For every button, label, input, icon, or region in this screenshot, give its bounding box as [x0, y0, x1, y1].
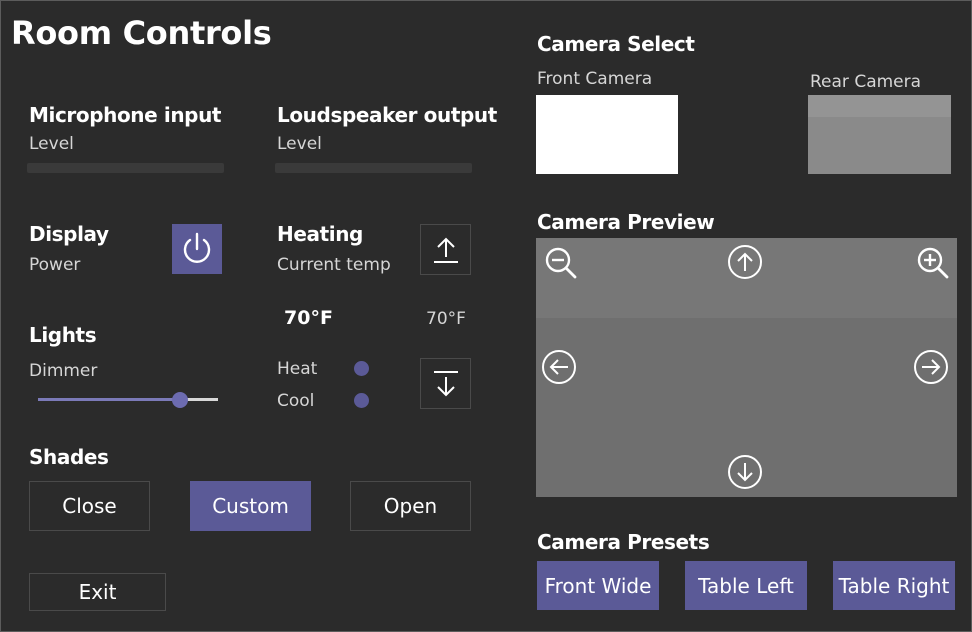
shades-custom-button[interactable]: Custom	[190, 481, 311, 531]
camera-select-title: Camera Select	[537, 32, 695, 56]
display-power-button[interactable]	[172, 224, 222, 274]
front-camera-label: Front Camera	[537, 69, 653, 89]
shades-title: Shades	[29, 445, 109, 469]
loudspeaker-title: Loudspeaker output	[277, 103, 497, 127]
shades-open-button[interactable]: Open	[350, 481, 471, 531]
arrow-down-circle-icon[interactable]	[726, 453, 764, 491]
zoom-out-icon[interactable]	[542, 244, 580, 282]
lights-title: Lights	[29, 323, 97, 347]
camera-presets-title: Camera Presets	[537, 530, 710, 554]
microphone-level-meter	[27, 163, 224, 173]
camera-preview-title: Camera Preview	[537, 210, 715, 234]
page-title: Room Controls	[11, 14, 272, 52]
loudspeaker-level-meter	[275, 163, 472, 173]
current-temp-value: 70°F	[284, 307, 333, 329]
cool-mode-label: Cool	[277, 391, 315, 411]
heat-mode-indicator[interactable]	[354, 361, 369, 376]
front-camera-thumbnail[interactable]	[536, 95, 678, 174]
arrow-left-circle-icon[interactable]	[540, 348, 578, 386]
shades-close-button[interactable]: Close	[29, 481, 150, 531]
preset-table-right-button[interactable]: Table Right	[833, 561, 955, 610]
microphone-title: Microphone input	[29, 103, 222, 127]
set-temp-value: 70°F	[426, 309, 466, 329]
loudspeaker-level-label: Level	[277, 134, 322, 154]
power-icon	[183, 232, 211, 263]
arrow-right-circle-icon[interactable]	[912, 348, 950, 386]
display-title: Display	[29, 222, 109, 246]
camera-preview-panel	[536, 238, 957, 497]
rear-camera-label: Rear Camera	[810, 72, 922, 92]
temp-up-button[interactable]	[420, 224, 471, 275]
heat-mode-label: Heat	[277, 359, 318, 379]
dimmer-fill	[38, 398, 181, 401]
display-power-label: Power	[29, 255, 81, 275]
arrow-up-bar-icon	[433, 237, 458, 263]
zoom-in-icon[interactable]	[914, 244, 952, 282]
rear-camera-thumbnail[interactable]	[808, 95, 951, 174]
dimmer-label: Dimmer	[29, 361, 98, 381]
microphone-level-label: Level	[29, 134, 74, 154]
exit-button[interactable]: Exit	[29, 573, 166, 611]
arrow-up-circle-icon[interactable]	[726, 243, 764, 281]
heating-current-label: Current temp	[277, 255, 391, 275]
dimmer-slider[interactable]	[38, 392, 218, 408]
arrow-down-bar-icon	[433, 370, 458, 396]
heating-title: Heating	[277, 222, 363, 246]
preset-table-left-button[interactable]: Table Left	[685, 561, 807, 610]
dimmer-thumb[interactable]	[172, 392, 189, 408]
temp-down-button[interactable]	[420, 358, 471, 409]
preset-front-wide-button[interactable]: Front Wide	[537, 561, 659, 610]
cool-mode-indicator[interactable]	[354, 393, 369, 408]
